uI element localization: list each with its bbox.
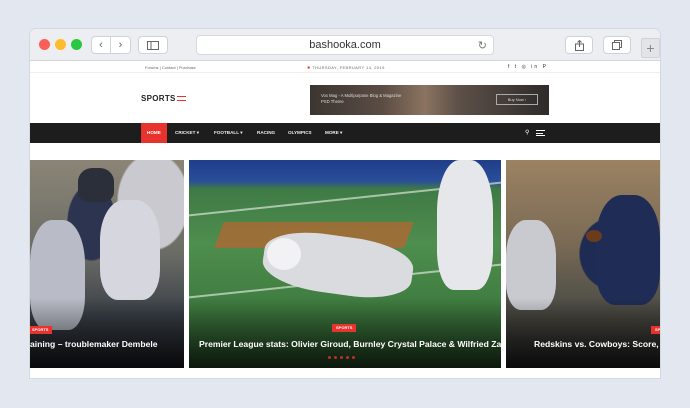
search-icon[interactable]: ⚲: [525, 129, 529, 136]
sidebar-toggle-button[interactable]: [138, 36, 168, 54]
address-bar[interactable]: bashooka.com ↻: [196, 35, 494, 55]
main-nav: HOME CRICKET ▾ FOOTBALL ▾ RACING OLYMPIC…: [30, 123, 660, 143]
slider-dot[interactable]: [334, 356, 337, 359]
top-info-bar: Forums | Contact | Purchase ✹ THURSDAY, …: [30, 61, 660, 73]
current-date: ✹ THURSDAY, FEBRUARY 14, 2019: [307, 65, 385, 70]
slider-dot[interactable]: [328, 356, 331, 359]
slider-dot[interactable]: [340, 356, 343, 359]
nav-racing[interactable]: RACING: [257, 123, 275, 143]
nav-more[interactable]: MORE ▾: [325, 123, 342, 143]
player-jersey-image: [100, 200, 160, 300]
helmet-image: [267, 238, 301, 270]
player-image: [506, 220, 556, 310]
browser-toolbar: ‹ › bashooka.com ↻ +: [30, 29, 660, 61]
sidebar-icon: [147, 40, 159, 50]
category-badge[interactable]: SPORTS: [30, 326, 53, 334]
forward-button[interactable]: ›: [111, 36, 131, 54]
ad-banner[interactable]: Vox Mag - A Multipurpose Blog & Magazine…: [310, 85, 549, 115]
nav-home[interactable]: HOME: [141, 123, 167, 143]
nav-olympics[interactable]: OLYMPICS: [288, 123, 312, 143]
slider-dot[interactable]: [346, 356, 349, 359]
chevron-right-icon: ›: [118, 39, 123, 51]
football-image: [586, 230, 602, 242]
minimize-window-button[interactable]: [55, 39, 66, 50]
close-window-button[interactable]: [39, 39, 50, 50]
browser-window: ‹ › bashooka.com ↻ + Forums | Contact | …: [30, 29, 660, 378]
reload-icon[interactable]: ↻: [478, 39, 487, 52]
slide-headline[interactable]: Premier League stats: Olivier Giroud, Bu…: [199, 339, 501, 349]
sun-icon: ✹: [307, 65, 311, 70]
social-icons[interactable]: f t ◎ in P: [508, 64, 548, 70]
standing-player-image: [437, 160, 493, 290]
url-text: bashooka.com: [309, 39, 381, 51]
site-logo[interactable]: SPORTS: [141, 94, 186, 103]
banner-text: Vox Mag - A Multipurpose Blog & Magazine…: [321, 93, 402, 104]
share-icon: [574, 39, 584, 51]
slide-main[interactable]: SPORTS Premier League stats: Olivier Gir…: [189, 160, 501, 368]
logo-mark-icon: [176, 96, 186, 102]
category-badge[interactable]: SPORTS: [651, 326, 660, 334]
nav-football[interactable]: FOOTBALL ▾: [214, 123, 243, 143]
slider-dot[interactable]: [352, 356, 355, 359]
chevron-left-icon: ‹: [99, 39, 103, 51]
slide-left[interactable]: SPORTS aining – troublemaker Dembele: [30, 160, 184, 368]
share-button[interactable]: [565, 36, 593, 54]
back-button[interactable]: ‹: [91, 36, 111, 54]
slide-headline[interactable]: aining – troublemaker Dembele: [30, 339, 158, 349]
new-tab-button[interactable]: +: [641, 38, 660, 58]
plus-icon: +: [646, 40, 655, 56]
player-image: [596, 195, 660, 305]
tabs-icon: [612, 40, 622, 50]
nav-cricket[interactable]: CRICKET ▾: [175, 123, 199, 143]
zoom-window-button[interactable]: [71, 39, 82, 50]
menu-icon[interactable]: [536, 130, 545, 136]
banner-buy-button[interactable]: Buy Now ›: [496, 94, 538, 105]
slide-right[interactable]: SPORTS Redskins vs. Cowboys: Score, res: [506, 160, 660, 368]
player-helmet-image: [78, 168, 114, 202]
slider-pagination: [328, 356, 355, 359]
top-links[interactable]: Forums | Contact | Purchase: [145, 65, 196, 70]
show-tabs-button[interactable]: [603, 36, 631, 54]
category-badge[interactable]: SPORTS: [332, 324, 357, 332]
slide-headline[interactable]: Redskins vs. Cowboys: Score, res: [534, 339, 660, 349]
